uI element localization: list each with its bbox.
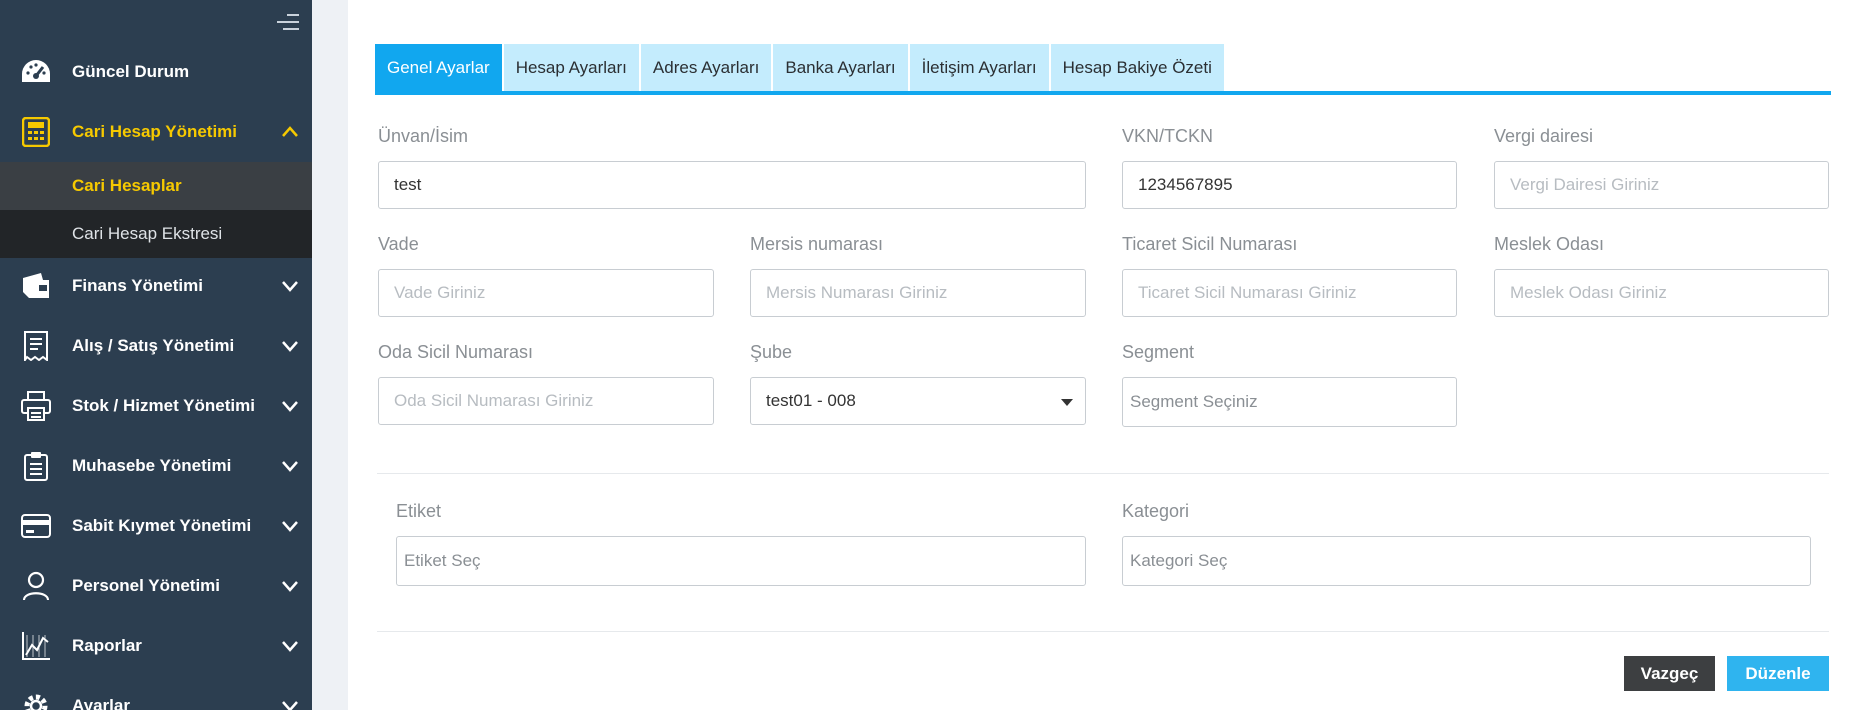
chevron-down-icon [282, 461, 298, 472]
vade-label: Vade [378, 234, 419, 254]
cancel-button[interactable]: Vazgeç [1624, 656, 1715, 691]
sidebar-item-alis-satis-yonetimi[interactable]: Alış / Satış Yönetimi [0, 316, 312, 376]
sidebar-item-finans-yonetimi[interactable]: Finans Yönetimi [0, 256, 312, 316]
ticaret-sicil-input[interactable]: Ticaret Sicil Numarası Giriniz [1122, 269, 1457, 317]
tab-hesap-bakiye-ozeti[interactable]: Hesap Bakiye Özeti [1050, 44, 1224, 92]
oda-sicil-label: Oda Sicil Numarası [378, 342, 534, 362]
sidebar-item-muhasebe-yonetimi[interactable]: Muhasebe Yönetimi [0, 436, 312, 496]
vergi-dairesi-label: Vergi dairesi [1494, 126, 1594, 146]
chevron-down-icon [282, 521, 298, 532]
sidebar-item-label: Muhasebe Yönetimi [72, 456, 232, 475]
main-panel [348, 0, 1863, 710]
section-divider [377, 473, 1829, 474]
tab-adres-ayarlari[interactable]: Adres Ayarları [640, 44, 772, 92]
chevron-down-icon [282, 641, 298, 652]
dashboard-icon [20, 56, 52, 88]
sidebar-subitem-cari-hesaplar[interactable]: Cari Hesaplar [0, 162, 312, 210]
oda-sicil-input[interactable]: Oda Sicil Numarası Giriniz [378, 377, 714, 425]
sube-label: Şube [750, 342, 793, 362]
chevron-down-icon [282, 581, 298, 592]
vkn-label: VKN/TCKN [1122, 126, 1214, 146]
caret-down-icon [1061, 399, 1073, 406]
sidebar-subitem-label: Cari Hesaplar [72, 176, 182, 195]
clipboard-icon [20, 450, 52, 482]
vergi-dairesi-input[interactable]: Vergi Dairesi Giriniz [1494, 161, 1829, 209]
vkn-input[interactable]: 1234567895 [1122, 161, 1457, 209]
tab-iletisim-ayarlari[interactable]: İletişim Ayarları [909, 44, 1049, 92]
printer-icon [20, 390, 52, 422]
sidebar-item-label: Finans Yönetimi [72, 276, 203, 295]
sidebar-item-label: Alış / Satış Yönetimi [72, 336, 235, 355]
sidebar-item-personel-yonetimi[interactable]: Personel Yönetimi [0, 556, 312, 616]
edit-button[interactable]: Düzenle [1727, 656, 1829, 691]
meslek-odasi-input[interactable]: Meslek Odası Giriniz [1494, 269, 1829, 317]
sidebar-item-label: Sabit Kıymet Yönetimi [72, 516, 252, 535]
tab-underline [375, 91, 1831, 95]
calculator-icon [20, 116, 52, 148]
segment-select[interactable]: Segment Seçiniz [1122, 377, 1457, 427]
sidebar-item-label: Güncel Durum [72, 62, 190, 81]
chevron-down-icon [282, 341, 298, 352]
mersis-label: Mersis numarası [750, 234, 884, 254]
tab-banka-ayarlari[interactable]: Banka Ayarları [773, 44, 908, 92]
sidebar-item-label: Ayarlar [72, 696, 130, 710]
tab-genel-ayarlar[interactable]: Genel Ayarlar [375, 44, 502, 92]
unvan-input[interactable]: test [378, 161, 1086, 209]
unvan-label: Ünvan/İsim [378, 126, 469, 146]
sidebar-subitem-label: Cari Hesap Ekstresi [72, 224, 223, 243]
meslek-odasi-label: Meslek Odası [1494, 234, 1605, 254]
vade-input[interactable]: Vade Giriniz [378, 269, 714, 317]
sidebar-item-ayarlar[interactable]: Ayarlar [0, 676, 312, 710]
ticaret-sicil-label: Ticaret Sicil Numarası [1122, 234, 1298, 254]
sube-select-value: test01 - 008 [766, 391, 856, 410]
tab-hesap-ayarlari[interactable]: Hesap Ayarları [503, 44, 639, 92]
sidebar-item-label: Raporlar [72, 636, 142, 655]
sidebar-item-label: Stok / Hizmet Yönetimi [72, 396, 255, 415]
hamburger-icon[interactable] [277, 12, 299, 32]
sidebar: Güncel Durum Cari Hesap Yönetimi Cari He… [0, 0, 312, 710]
chevron-down-icon [282, 281, 298, 292]
gear-icon [20, 690, 52, 710]
section-divider [377, 631, 1829, 632]
sidebar-item-guncel-durum[interactable]: Güncel Durum [0, 42, 312, 102]
sidebar-item-cari-hesap-yonetimi[interactable]: Cari Hesap Yönetimi [0, 102, 312, 162]
sidebar-item-stok-hizmet-yonetimi[interactable]: Stok / Hizmet Yönetimi [0, 376, 312, 436]
etiket-label: Etiket [396, 501, 442, 521]
sidebar-item-raporlar[interactable]: Raporlar [0, 616, 312, 676]
wallet-icon [20, 270, 52, 302]
credit-card-icon [20, 510, 52, 542]
sidebar-item-sabit-kiymet-yonetimi[interactable]: Sabit Kıymet Yönetimi [0, 496, 312, 556]
tab-bar: Genel Ayarlar Hesap Ayarları Adres Ayarl… [375, 44, 1226, 94]
sidebar-item-label: Cari Hesap Yönetimi [72, 122, 238, 141]
chevron-up-icon [282, 126, 298, 137]
mersis-input[interactable]: Mersis Numarası Giriniz [750, 269, 1086, 317]
receipt-icon [20, 330, 52, 362]
kategori-select[interactable]: Kategori Seç [1122, 536, 1811, 586]
etiket-select[interactable]: Etiket Seç [396, 536, 1086, 586]
kategori-label: Kategori [1122, 501, 1190, 521]
chevron-down-icon [282, 401, 298, 412]
segment-label: Segment [1122, 342, 1195, 362]
sidebar-subitem-cari-hesap-ekstresi[interactable]: Cari Hesap Ekstresi [0, 210, 312, 258]
chevron-down-icon [282, 701, 298, 710]
sube-select[interactable]: test01 - 008 [750, 377, 1086, 425]
chart-icon [20, 630, 52, 662]
sidebar-item-label: Personel Yönetimi [72, 576, 221, 595]
user-icon [20, 570, 52, 602]
